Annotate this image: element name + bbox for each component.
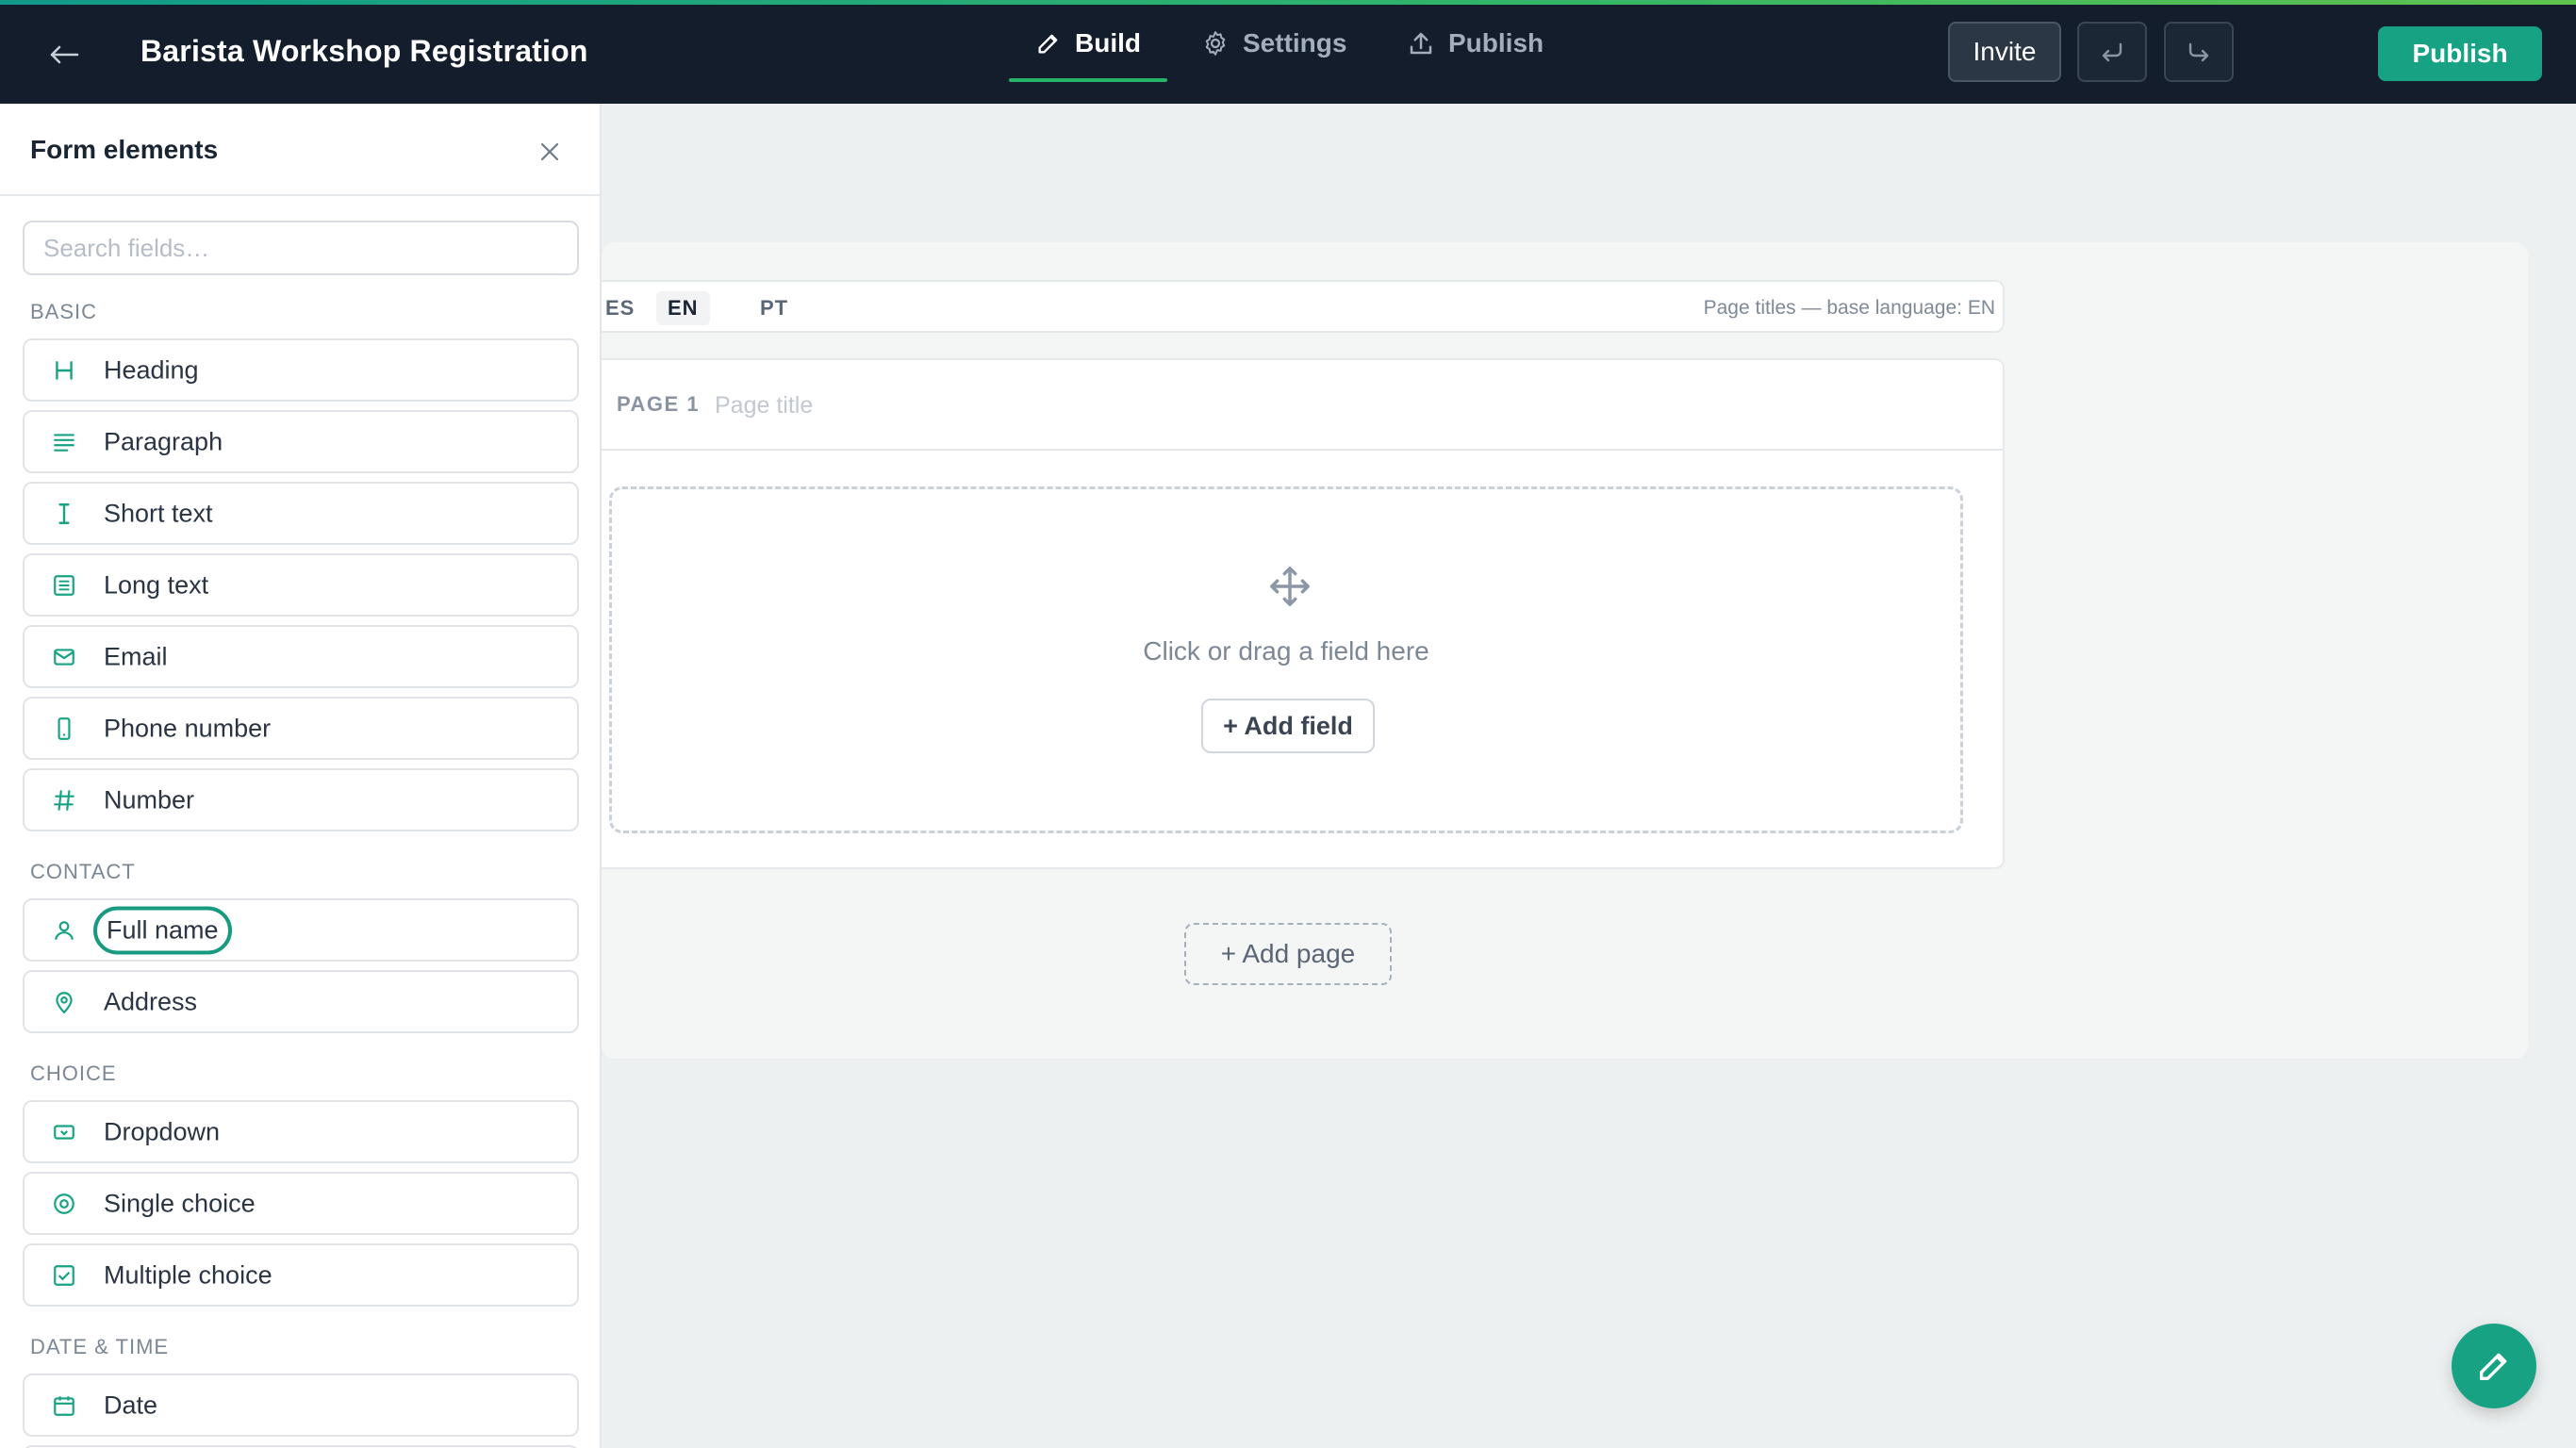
field-item-multiple-choice[interactable]: Multiple choice bbox=[23, 1243, 579, 1307]
location-pin-icon bbox=[49, 987, 79, 1017]
field-item-label: Address bbox=[104, 987, 198, 1015]
field-item-single-choice[interactable]: Single choice bbox=[23, 1172, 579, 1235]
close-icon bbox=[540, 142, 559, 161]
top-bar: Barista Workshop Registration Build Sett… bbox=[0, 5, 2576, 104]
tab-build-label: Build bbox=[1075, 28, 1141, 58]
field-drop-zone[interactable]: Click or drag a field here + Add field bbox=[609, 486, 1963, 833]
mail-icon bbox=[49, 642, 79, 672]
gear-icon bbox=[1205, 31, 1226, 56]
pencil-icon bbox=[1038, 34, 1058, 54]
field-item-dropdown[interactable]: Dropdown bbox=[23, 1100, 579, 1163]
publish-button[interactable]: Publish bbox=[2378, 26, 2542, 81]
hash-icon bbox=[49, 785, 79, 815]
section-label-basic: BASIC bbox=[30, 300, 98, 323]
field-item-label: Single choice bbox=[104, 1189, 256, 1217]
add-field-button[interactable]: + Add field bbox=[1201, 699, 1375, 753]
drop-zone-text: Click or drag a field here bbox=[1143, 636, 1429, 666]
field-item-label: Paragraph bbox=[104, 427, 223, 455]
form-title: Barista Workshop Registration bbox=[140, 34, 588, 68]
lang-tab-es[interactable]: ES bbox=[594, 291, 646, 325]
lang-tab-pt[interactable]: PT bbox=[749, 291, 800, 325]
active-tab-underline bbox=[1009, 78, 1167, 82]
floating-edit-button[interactable] bbox=[2452, 1324, 2536, 1408]
move-icon bbox=[1270, 567, 1310, 606]
field-item-label: Full name bbox=[93, 906, 232, 954]
field-item-label: Date bbox=[104, 1390, 158, 1419]
section-label-date-time: DATE & TIME bbox=[30, 1335, 170, 1358]
field-item-label: Dropdown bbox=[104, 1117, 221, 1145]
field-item-short-text[interactable]: Short text bbox=[23, 482, 579, 545]
field-item-label: Number bbox=[104, 785, 195, 814]
field-item-paragraph[interactable]: Paragraph bbox=[23, 410, 579, 473]
field-item-address[interactable]: Address bbox=[23, 970, 579, 1033]
field-item-label: Multiple choice bbox=[104, 1260, 272, 1289]
long-text-icon bbox=[49, 570, 79, 601]
section-label-contact: CONTACT bbox=[30, 860, 136, 883]
field-item-heading[interactable]: Heading bbox=[23, 338, 579, 402]
search-fields-input[interactable] bbox=[23, 221, 579, 275]
page-card: PAGE 1 Click or drag a field here + Add … bbox=[602, 358, 2005, 869]
tab-build[interactable]: Build bbox=[1009, 5, 1167, 82]
phone-icon bbox=[49, 714, 79, 744]
sidebar-title: Form elements bbox=[30, 135, 219, 164]
field-item-date[interactable]: Date bbox=[23, 1374, 579, 1437]
pencil-icon bbox=[2480, 1353, 2507, 1380]
sidebar-header: Form elements bbox=[0, 104, 600, 196]
field-item-full-name[interactable]: Full name bbox=[23, 898, 579, 962]
field-item-label: Short text bbox=[104, 499, 213, 527]
section-label-choice: CHOICE bbox=[30, 1061, 117, 1085]
language-bar: ES EN PT Page titles — base language: EN bbox=[602, 280, 2005, 333]
text-cursor-icon bbox=[49, 499, 79, 529]
tab-publish-label: Publish bbox=[1448, 28, 1544, 58]
redo-button[interactable] bbox=[2164, 22, 2234, 82]
field-item-long-text[interactable]: Long text bbox=[23, 553, 579, 617]
sidebar-close-button[interactable] bbox=[534, 136, 566, 168]
back-button[interactable] bbox=[45, 36, 83, 74]
field-item-label: Phone number bbox=[104, 714, 272, 742]
paragraph-icon bbox=[49, 427, 79, 457]
arrow-left-icon bbox=[50, 45, 79, 64]
field-item-label: Long text bbox=[104, 570, 209, 599]
undo-button[interactable] bbox=[2077, 22, 2147, 82]
calendar-icon bbox=[49, 1390, 79, 1421]
field-item-phone-number[interactable]: Phone number bbox=[23, 697, 579, 760]
upload-icon bbox=[1410, 32, 1432, 55]
tab-publish[interactable]: Publish bbox=[1407, 5, 1544, 82]
radio-icon bbox=[49, 1189, 79, 1219]
tab-settings[interactable]: Settings bbox=[1201, 5, 1346, 82]
tab-settings-label: Settings bbox=[1243, 28, 1347, 58]
field-item-email[interactable]: Email bbox=[23, 625, 579, 688]
field-item-number[interactable]: Number bbox=[23, 768, 579, 831]
undo-icon bbox=[2102, 42, 2122, 62]
invite-button[interactable]: Invite bbox=[1948, 22, 2061, 82]
redo-icon bbox=[2188, 42, 2209, 62]
language-note: Page titles — base language: EN bbox=[1703, 297, 1995, 319]
dropdown-icon bbox=[49, 1117, 79, 1147]
add-page-button[interactable]: + Add page bbox=[1184, 923, 1392, 985]
field-item-label: Heading bbox=[104, 355, 199, 384]
page-number: PAGE 1 bbox=[617, 392, 701, 416]
user-icon bbox=[49, 915, 79, 946]
page-title-input[interactable] bbox=[715, 381, 1280, 430]
lang-tab-en[interactable]: EN bbox=[656, 291, 710, 325]
field-item-label: Email bbox=[104, 642, 168, 670]
checkbox-icon bbox=[49, 1260, 79, 1291]
page-card-header: PAGE 1 bbox=[602, 360, 2003, 451]
heading-icon bbox=[49, 355, 79, 386]
form-elements-sidebar: Form elements BASIC Heading Paragraph Sh… bbox=[0, 104, 602, 1448]
